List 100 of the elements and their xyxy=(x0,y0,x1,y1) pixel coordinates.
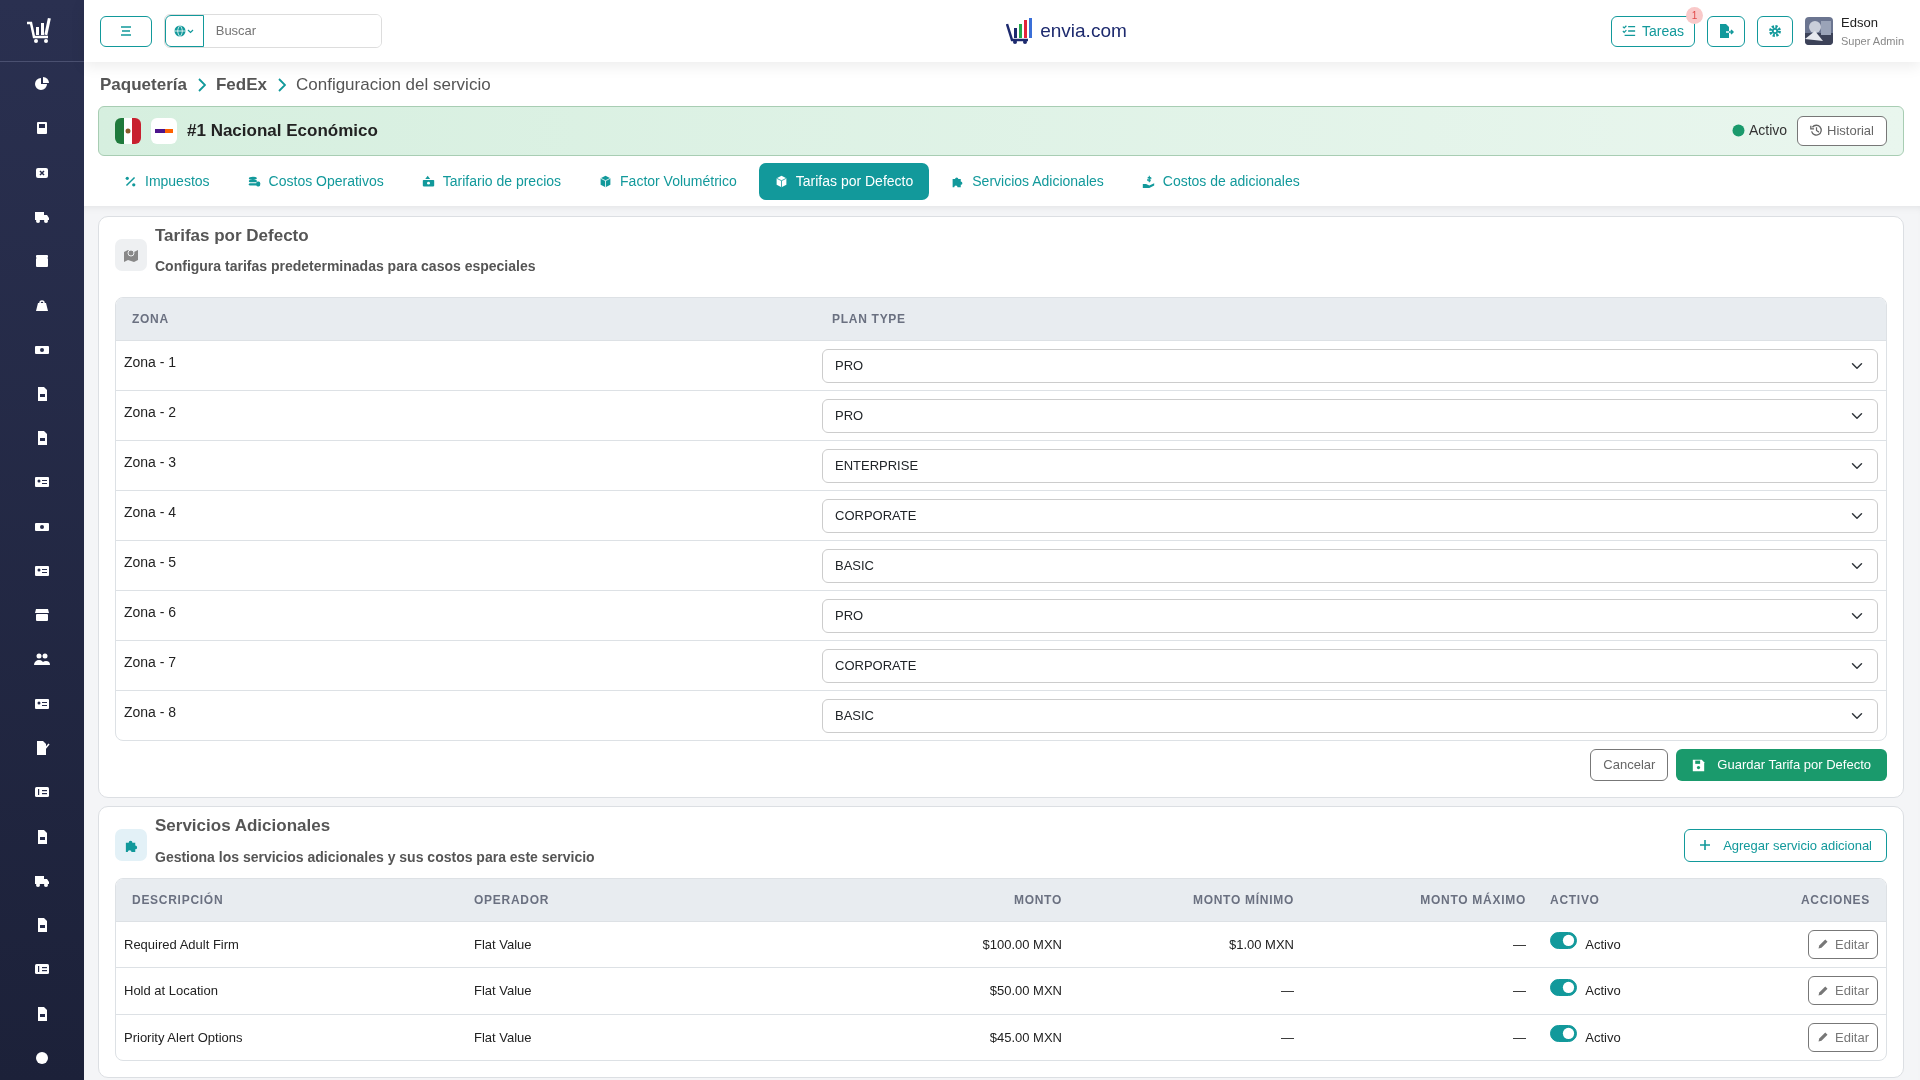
column-header: MONTO MÁXIMO xyxy=(1419,891,1526,909)
column-header: ZONA xyxy=(131,311,170,328)
pencil-icon xyxy=(1817,1031,1830,1044)
cancel-button[interactable]: Cancelar xyxy=(1590,749,1669,781)
column-header: MONTO xyxy=(1012,891,1062,909)
tab[interactable]: Tarifas por Defecto xyxy=(758,162,930,200)
zone-cell-text: Zona - 2 xyxy=(123,403,178,422)
table-cell-text: — xyxy=(1512,935,1526,954)
history-icon xyxy=(1810,124,1824,137)
id-card-icon[interactable] xyxy=(34,563,50,579)
status-text: Activo xyxy=(1748,121,1788,140)
carrier-logo-icon xyxy=(155,126,173,135)
zone-cell-text: Zona - 5 xyxy=(123,553,178,572)
percent-icon xyxy=(124,174,137,188)
column-header: ACCIONES xyxy=(1799,891,1871,909)
table-cell-text: Priority Alert Options xyxy=(123,1028,244,1047)
zone-cell-text: Zona - 4 xyxy=(123,503,178,522)
checklist-icon xyxy=(1622,24,1636,38)
money-stack-icon xyxy=(421,174,435,188)
settings-icon xyxy=(1768,24,1782,38)
section-subtitle: Gestiona los servicios adicionales y sus costos para este servicio xyxy=(155,847,595,867)
toggle-switch[interactable] xyxy=(1550,1025,1578,1043)
hand-dollar-icon xyxy=(1141,174,1155,188)
menu-icon xyxy=(118,23,134,39)
toggle-switch[interactable] xyxy=(1550,978,1578,996)
menu-button[interactable] xyxy=(100,15,152,47)
zone-cell-text: Zona - 7 xyxy=(123,653,178,672)
status-text: Activo xyxy=(1585,935,1621,954)
pencil-icon xyxy=(1817,938,1830,951)
circle-icon[interactable] xyxy=(34,1049,50,1066)
search-field[interactable]: Buscar xyxy=(164,14,382,48)
column-header: OPERADOR xyxy=(474,891,551,909)
tab[interactable]: Impuestos xyxy=(108,162,226,200)
breadcrumb-item[interactable]: FedEx xyxy=(215,72,267,98)
globe-icon xyxy=(173,24,196,38)
table-cell-text: Required Adult Firm xyxy=(123,935,240,954)
table-cell-text: $45.00 MXN xyxy=(988,1028,1062,1047)
plan-select[interactable]: BASIC xyxy=(822,698,1878,733)
signed-document-icon[interactable] xyxy=(34,740,50,757)
chevron-right-icon xyxy=(196,77,206,92)
plan-select[interactable]: CORPORATE xyxy=(822,498,1878,533)
cube-icon xyxy=(774,174,788,188)
store-icon[interactable] xyxy=(34,607,50,624)
plan-select[interactable]: PRO xyxy=(822,598,1878,633)
pie-chart-icon[interactable] xyxy=(34,76,50,93)
save-button[interactable]: Guardar Tarifa por Defecto xyxy=(1676,749,1887,781)
notification-badge: 1 xyxy=(1686,6,1703,24)
tab[interactable]: Tarifario de precios xyxy=(405,162,578,200)
plan-select[interactable]: PRO xyxy=(822,398,1878,433)
status-text: Activo xyxy=(1585,982,1621,1000)
plus-icon xyxy=(1699,839,1712,852)
column-header: MONTO MÍNIMO xyxy=(1191,891,1294,909)
table-cell-text: — xyxy=(1512,982,1526,1000)
table-cell-text: $50.00 MXN xyxy=(988,982,1062,1000)
zone-cell-text: Zona - 8 xyxy=(123,703,178,722)
edit-button[interactable]: Editar xyxy=(1808,929,1878,959)
section-subtitle: Configura tarifas predeterminadas para casos especiales xyxy=(155,257,536,276)
status-dot-icon xyxy=(1731,124,1745,137)
status-text: Activo xyxy=(1585,1028,1621,1047)
export-button[interactable] xyxy=(1707,15,1745,47)
tab[interactable]: Factor Volumétrico xyxy=(583,162,753,200)
tab[interactable]: Servicios Adicionales xyxy=(935,162,1120,200)
tab[interactable]: Costos Operativos xyxy=(231,162,400,200)
toggle-switch[interactable] xyxy=(1550,932,1578,950)
table-cell-text: — xyxy=(1280,1028,1294,1047)
user-role: Super Admin xyxy=(1841,33,1904,49)
section-title: Tarifas por Defecto xyxy=(155,224,310,247)
box-icon[interactable] xyxy=(34,253,50,270)
tab[interactable]: Costos de adicionales xyxy=(1125,162,1316,200)
table-cell-text: $1.00 MXN xyxy=(1227,935,1294,954)
table-cell-text: Flat Value xyxy=(474,935,533,954)
column-header: PLAN TYPE xyxy=(831,311,906,328)
service-title: #1 Nacional Económico xyxy=(187,119,378,142)
plan-select[interactable]: PRO xyxy=(822,348,1878,383)
table-cell-text: — xyxy=(1280,982,1294,1000)
file-export-icon xyxy=(1718,23,1734,39)
column-header: ACTIVO xyxy=(1549,891,1601,909)
user-name: Edson xyxy=(1841,14,1879,32)
plan-select[interactable]: ENTERPRISE xyxy=(822,448,1878,483)
table-cell-text: Flat Value xyxy=(474,1028,533,1047)
history-button[interactable]: Historial xyxy=(1797,115,1887,146)
bag-icon[interactable] xyxy=(34,297,50,314)
zone-cell-text: Zona - 3 xyxy=(123,453,178,472)
book-icon[interactable] xyxy=(34,120,50,137)
table-cell-text: Hold at Location xyxy=(123,982,219,1000)
logo-text: envia.com xyxy=(1040,18,1127,43)
add-service-button[interactable]: Agregar servicio adicional xyxy=(1684,828,1887,862)
column-header: DESCRIPCIÓN xyxy=(131,891,225,909)
coins-icon xyxy=(247,174,261,188)
plan-select[interactable]: BASIC xyxy=(822,548,1878,583)
edit-button[interactable]: Editar xyxy=(1808,976,1878,1006)
breadcrumb-item[interactable]: Paquetería xyxy=(100,72,187,98)
zone-cell-text: Zona - 1 xyxy=(123,353,178,372)
mexico-flag-icon xyxy=(115,117,141,144)
settings-button[interactable] xyxy=(1757,15,1793,47)
plan-select[interactable]: CORPORATE xyxy=(822,648,1878,683)
table-cell-text: $100.00 MXN xyxy=(981,935,1062,954)
edit-button[interactable]: Editar xyxy=(1808,1022,1878,1052)
breadcrumb-item: Configuracion del servicio xyxy=(295,74,491,96)
users-icon[interactable] xyxy=(34,651,50,668)
